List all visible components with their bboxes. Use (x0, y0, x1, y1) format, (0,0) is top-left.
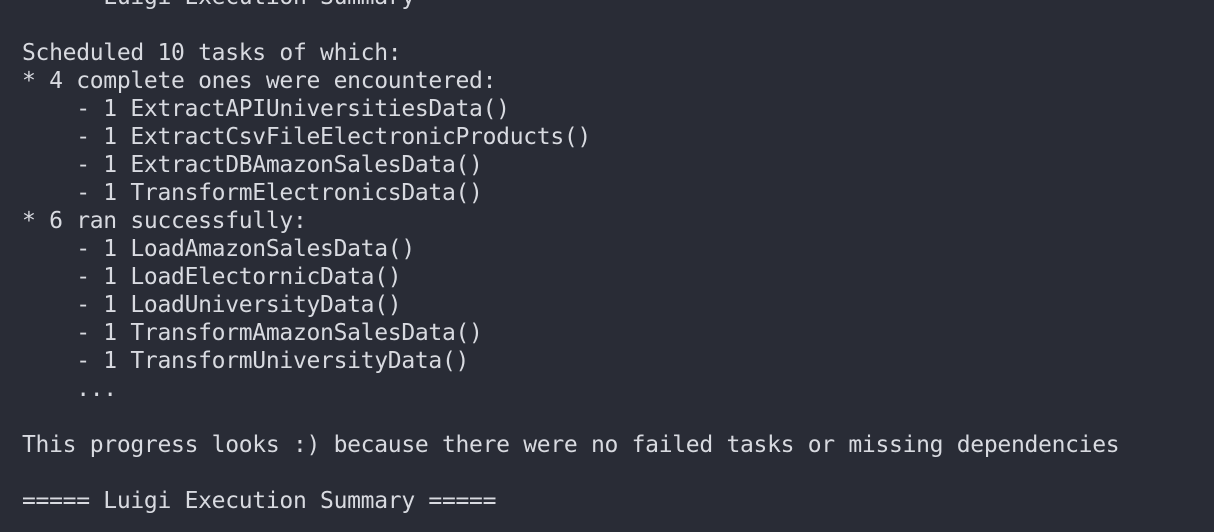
task-line: - 1 LoadUniversityData() (22, 292, 402, 318)
summary-header-line: ===== Luigi Execution Summary ===== (22, 0, 1119, 11)
task-line: - 1 ExtractAPIUniversitiesData() (22, 96, 510, 122)
task-line: - 1 TransformAmazonSalesData() (22, 320, 483, 346)
complete-tasks-heading: * 4 complete ones were encountered: (22, 68, 497, 94)
task-line: - 1 TransformUniversityData() (22, 348, 470, 374)
summary-footer-line: ===== Luigi Execution Summary ===== (22, 488, 497, 514)
task-line: - 1 TransformElectronicsData() (22, 180, 483, 206)
terminal-window[interactable]: ===== Luigi Execution Summary ===== Sche… (0, 0, 1214, 532)
progress-status-line: This progress looks :) because there wer… (22, 432, 1120, 458)
ellipsis-line: ... (22, 376, 117, 402)
successful-tasks-heading: * 6 ran successfully: (22, 208, 307, 234)
task-line: - 1 LoadAmazonSalesData() (22, 236, 415, 262)
terminal-output: ===== Luigi Execution Summary ===== Sche… (22, 0, 1120, 515)
task-line: - 1 LoadElectornicData() (22, 264, 402, 290)
task-line: - 1 ExtractCsvFileElectronicProducts() (22, 124, 591, 150)
scheduled-tasks-line: Scheduled 10 tasks of which: (22, 40, 402, 66)
task-line: - 1 ExtractDBAmazonSalesData() (22, 152, 483, 178)
